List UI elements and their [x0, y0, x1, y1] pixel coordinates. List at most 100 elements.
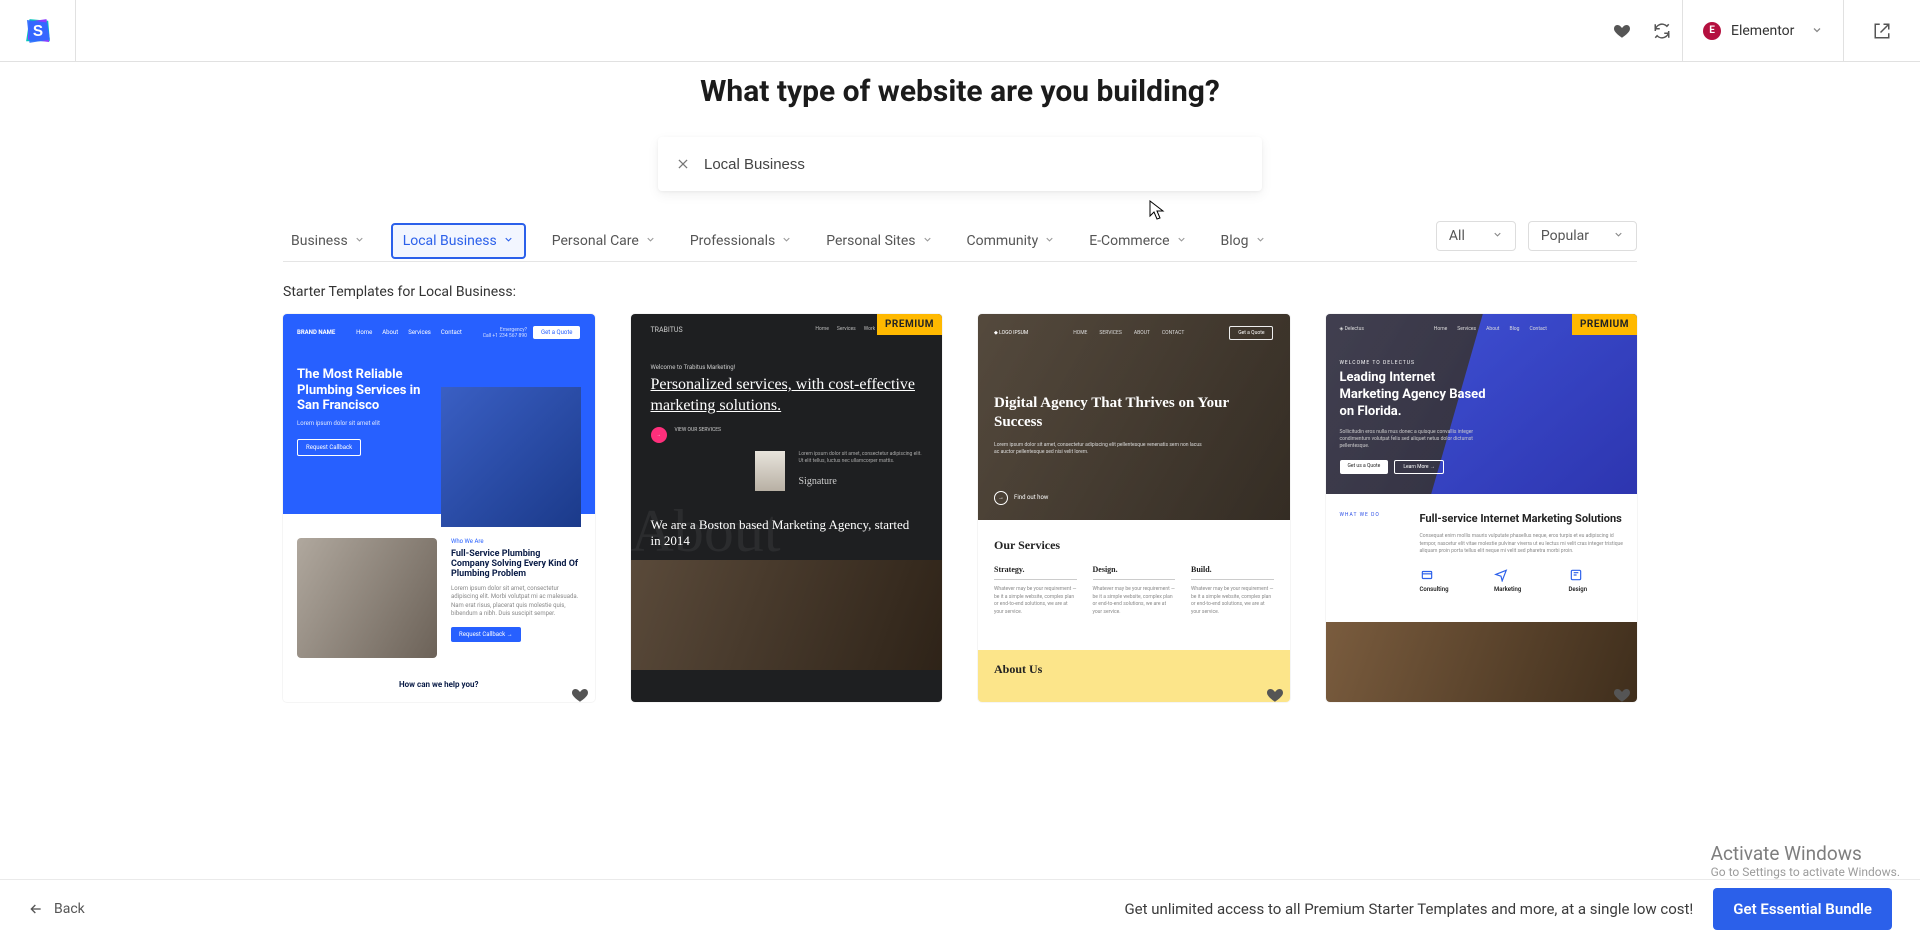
- template-preview: ◈ Delectus HomeServicesAboutBlogContact …: [1326, 314, 1638, 702]
- category-personal-care[interactable]: Personal Care: [544, 223, 664, 259]
- favorite-toggle[interactable]: [571, 686, 589, 702]
- tpl-hero-title: Leading Internet Marketing Agency Based …: [1340, 370, 1496, 421]
- header-right: E Elementor: [1602, 0, 1920, 62]
- tpl-icon-label: Design: [1569, 586, 1624, 593]
- category-blog[interactable]: Blog: [1213, 223, 1274, 259]
- tpl-brand: BRAND NAME: [297, 329, 335, 336]
- tpl-service-col: Strategy. Whatever may be your requiremen…: [994, 565, 1077, 616]
- chevron-down-icon: [781, 233, 792, 249]
- tpl-col-body: Whatever may be your requirement — be it…: [1093, 586, 1176, 616]
- tpl-icon-label: Marketing: [1494, 586, 1549, 593]
- tpl-hero-body: Lorem ipsum dolor sit amet, consectetur …: [994, 442, 1204, 457]
- tpl-btn-secondary: Learn More →: [1394, 460, 1444, 474]
- back-button[interactable]: Back: [28, 901, 85, 917]
- template-preview: TRABITUS HomeServicesWorkAboutContact We…: [631, 314, 943, 702]
- chevron-down-icon: [1255, 233, 1266, 249]
- page-builder-select[interactable]: E Elementor: [1703, 21, 1823, 40]
- template-card-delectus[interactable]: PREMIUM ◈ Delectus HomeServicesAboutBlog…: [1326, 314, 1638, 702]
- tpl-nav-link: Work: [864, 326, 875, 334]
- tpl-col-heading: Strategy.: [994, 565, 1077, 580]
- tpl-mid-body: Consequat enim mollis mauris vulputate p…: [1420, 533, 1624, 556]
- tpl-icon-label: Consulting: [1420, 586, 1475, 593]
- tpl-brand: ◈ Delectus: [1340, 326, 1364, 332]
- tpl-h2: Full-Service Plumbing Company Solving Ev…: [451, 549, 581, 579]
- filter-type-value: All: [1449, 228, 1465, 244]
- search-box: [658, 137, 1262, 191]
- heart-icon: [1613, 686, 1631, 702]
- filter-sort-select[interactable]: Popular: [1528, 221, 1637, 251]
- tpl-nav-link: About: [382, 329, 398, 336]
- arrow-circle-icon: →: [994, 491, 1008, 505]
- tpl-nav: HomeServicesAboutBlogContact: [1434, 326, 1547, 332]
- content: Business Local Business Personal Care Profe…: [273, 221, 1647, 702]
- category-label: Business: [291, 233, 348, 249]
- search-wrap: [0, 137, 1920, 191]
- tpl-brand: ◆ LOGO IPSUM: [994, 330, 1028, 336]
- tpl-icon-col: Consulting: [1420, 568, 1475, 593]
- filter-sort-value: Popular: [1541, 228, 1589, 244]
- chevron-down-icon: [1492, 228, 1503, 244]
- design-icon: [1569, 568, 1583, 582]
- tpl-icon-col: Design: [1569, 568, 1624, 593]
- tpl-icon-row: Consulting Marketing Design: [1420, 568, 1624, 593]
- tpl-hero-title: The Most Reliable Plumbing Services in S…: [297, 367, 431, 414]
- tpl-help: How can we help you?: [297, 680, 581, 689]
- category-business[interactable]: Business: [283, 223, 373, 259]
- tpl-body: Lorem ipsum dolor sit amet, consectetur …: [451, 585, 581, 619]
- builder-selector-section: E Elementor: [1682, 0, 1843, 62]
- app-header: S E Elementor: [0, 0, 1920, 62]
- tpl-find-out-link: → Find out how: [994, 491, 1274, 505]
- tpl-nav-link: Home: [1434, 326, 1447, 332]
- footer-bar: Back Get unlimited access to all Premium…: [0, 879, 1920, 937]
- tpl-hero-title: Personalized services, with cost-effecti…: [651, 375, 923, 417]
- tpl-quote-btn: Get a Quote: [533, 326, 580, 339]
- tpl-nav-link: About: [1486, 326, 1499, 332]
- tpl-nav-link: HOME: [1073, 330, 1087, 336]
- favorite-toggle[interactable]: [1613, 686, 1631, 702]
- template-card-digital-agency[interactable]: ◆ LOGO IPSUM HOMESERVICESABOUTCONTACT Ge…: [978, 314, 1290, 702]
- templates-grid: BRAND NAME HomeAboutServicesContact Emer…: [283, 314, 1637, 702]
- sync-button[interactable]: [1642, 11, 1682, 51]
- app-logo[interactable]: S: [21, 14, 55, 48]
- cta-label: Get Essential Bundle: [1733, 900, 1872, 918]
- page-title: What type of website are you building?: [0, 74, 1920, 109]
- template-card-plumbing[interactable]: BRAND NAME HomeAboutServicesContact Emer…: [283, 314, 595, 702]
- watermark-subtitle: Go to Settings to activate Windows.: [1711, 865, 1900, 879]
- template-card-trabitus[interactable]: PREMIUM TRABITUS HomeServicesWorkAboutCo…: [631, 314, 943, 702]
- tpl-hero-title: Digital Agency That Thrives on Your Succ…: [994, 394, 1274, 432]
- chevron-down-icon: [1176, 233, 1187, 249]
- search-input[interactable]: [704, 156, 1244, 173]
- template-preview: ◆ LOGO IPSUM HOMESERVICESABOUTCONTACT Ge…: [978, 314, 1290, 702]
- tpl-hero-sub: Lorem ipsum dolor sit amet elit: [297, 420, 431, 427]
- tpl-hero-image: [441, 387, 581, 527]
- tpl-services-h: Our Services: [994, 538, 1274, 553]
- category-label: Personal Care: [552, 233, 639, 249]
- consulting-icon: [1420, 568, 1434, 582]
- tpl-photo: [755, 451, 785, 491]
- category-label: Local Business: [403, 233, 497, 249]
- header-left: S: [0, 0, 76, 62]
- category-label: Professionals: [690, 233, 775, 249]
- tpl-col-body: Whatever may be your requirement — be it…: [994, 586, 1077, 616]
- category-professionals[interactable]: Professionals: [682, 223, 800, 259]
- category-label: Blog: [1221, 233, 1249, 249]
- category-local-business[interactable]: Local Business: [391, 223, 526, 259]
- search-clear-button[interactable]: [676, 157, 690, 171]
- open-external-button[interactable]: [1862, 11, 1902, 51]
- sync-icon: [1653, 22, 1671, 40]
- tpl-service-col: Build.Whatever may be your requirement —…: [1191, 565, 1274, 616]
- tpl-btn2: Request Callback →: [451, 627, 521, 642]
- category-personal-sites[interactable]: Personal Sites: [818, 223, 940, 259]
- category-community[interactable]: Community: [959, 223, 1064, 259]
- favorite-toggle[interactable]: [1266, 686, 1284, 702]
- tpl-hero-body: Sollicitudin eros nulla mus donec a quis…: [1340, 429, 1482, 450]
- footer-promo-text: Get unlimited access to all Premium Star…: [85, 900, 1714, 918]
- get-essential-bundle-button[interactable]: Get Essential Bundle: [1713, 888, 1892, 930]
- chevron-down-icon: [645, 233, 656, 249]
- tpl-kicker: Who We Are: [451, 538, 581, 545]
- heart-icon: [1266, 686, 1284, 702]
- category-e-commerce[interactable]: E-Commerce: [1081, 223, 1194, 259]
- filter-type-select[interactable]: All: [1436, 221, 1516, 251]
- favorites-button[interactable]: [1602, 11, 1642, 51]
- tpl-hero-btn: Request Callback: [297, 439, 361, 456]
